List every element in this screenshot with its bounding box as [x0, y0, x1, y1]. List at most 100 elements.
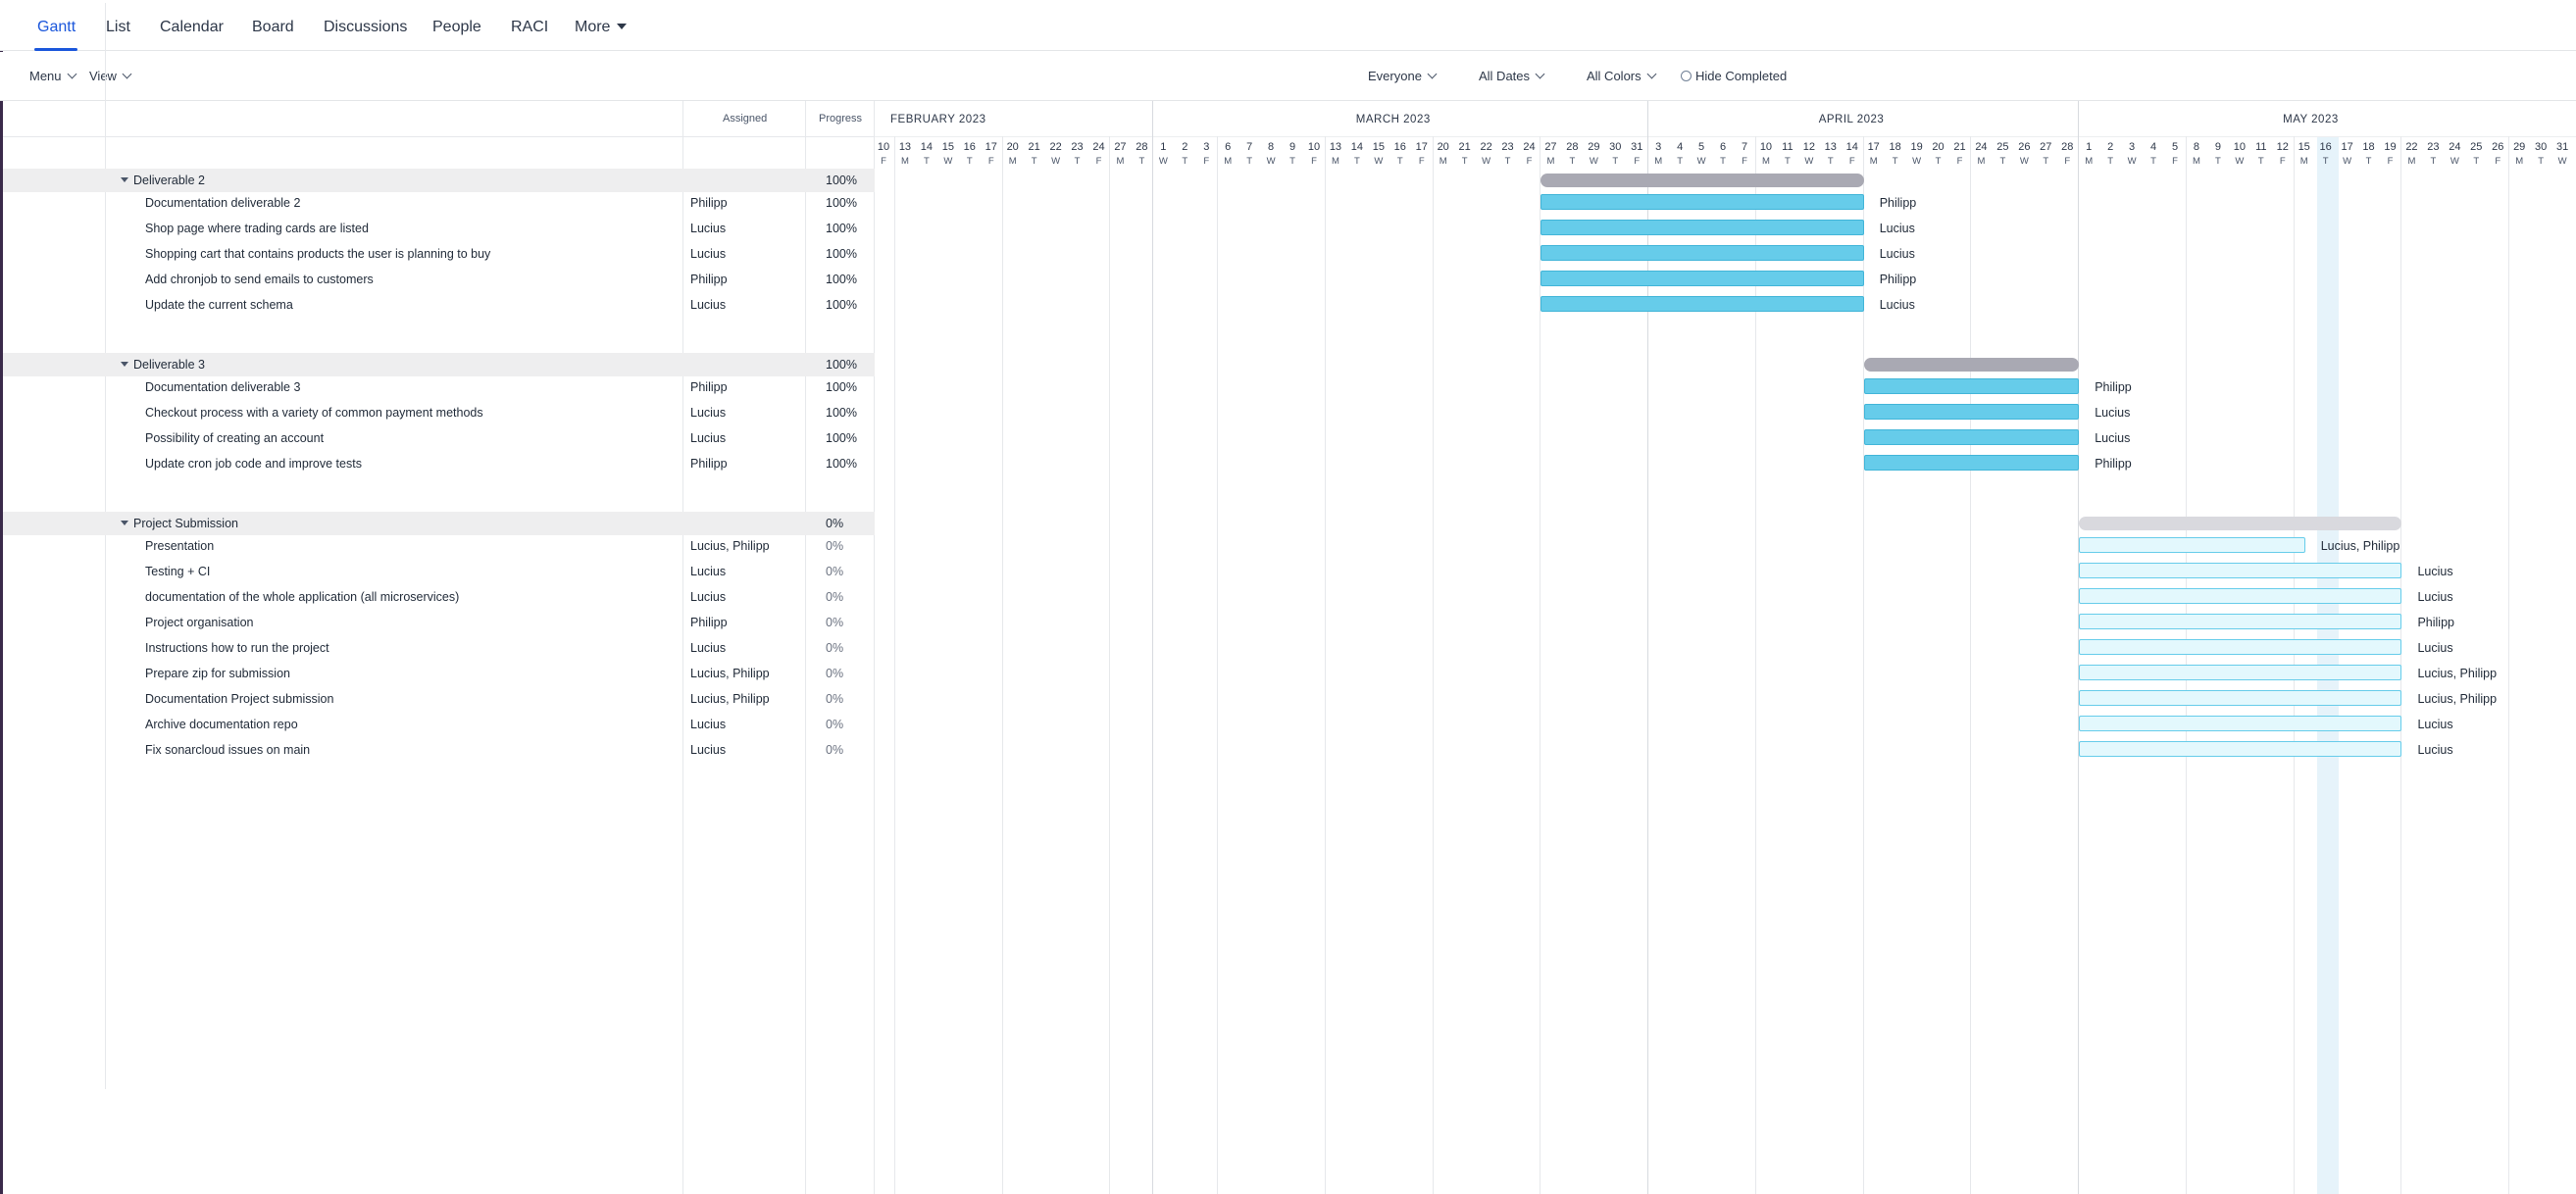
- task-bar[interactable]: [1541, 220, 1864, 235]
- task-assignee[interactable]: Lucius: [690, 590, 726, 604]
- task-bar[interactable]: [2079, 741, 2402, 757]
- task-name[interactable]: Checkout process with a variety of commo…: [145, 406, 483, 420]
- timeline-day-letter: F: [2387, 156, 2394, 167]
- tab-raci[interactable]: RACI: [511, 19, 548, 36]
- view-dropdown[interactable]: View: [89, 69, 132, 83]
- task-name[interactable]: Possibility of creating an account: [145, 431, 324, 445]
- task-name[interactable]: Shop page where trading cards are listed: [145, 222, 369, 235]
- task-name[interactable]: Prepare zip for submission: [145, 667, 290, 680]
- collapse-caret-icon[interactable]: [121, 362, 128, 367]
- group-summary-bar[interactable]: [1863, 358, 2080, 372]
- progress-column-header[interactable]: Progress: [819, 113, 862, 124]
- task-assignee[interactable]: Philipp: [690, 616, 728, 629]
- task-name[interactable]: Documentation deliverable 2: [145, 196, 300, 210]
- task-bar[interactable]: [2079, 716, 2402, 731]
- collapse-caret-icon[interactable]: [121, 521, 128, 525]
- task-bar[interactable]: [2079, 588, 2402, 604]
- task-bar[interactable]: [2079, 690, 2402, 706]
- task-bar[interactable]: [1541, 296, 1864, 312]
- task-name[interactable]: Documentation deliverable 3: [145, 380, 300, 394]
- timeline-day-number: 25: [2470, 141, 2483, 153]
- task-assignee[interactable]: Lucius: [690, 718, 726, 731]
- assigned-column-header[interactable]: Assigned: [723, 113, 767, 124]
- task-progress: 0%: [826, 539, 844, 553]
- task-bar-label: Lucius: [1879, 222, 1915, 235]
- task-assignee[interactable]: Lucius: [690, 298, 726, 312]
- colors-filter-dropdown[interactable]: All Colors: [1587, 69, 1657, 83]
- task-bar[interactable]: [2079, 665, 2402, 680]
- task-bar[interactable]: [2079, 563, 2402, 578]
- tab-more[interactable]: More: [575, 19, 628, 36]
- task-name[interactable]: Update cron job code and improve tests: [145, 457, 362, 471]
- task-bar[interactable]: [1863, 378, 2080, 394]
- tab-gantt[interactable]: Gantt: [37, 19, 76, 36]
- timeline-day-letter: F: [2172, 156, 2178, 167]
- dates-filter-dropdown[interactable]: All Dates: [1479, 69, 1545, 83]
- task-bar-label: Lucius, Philipp: [2417, 667, 2498, 680]
- task-assignee[interactable]: Lucius, Philipp: [690, 667, 770, 680]
- tab-people[interactable]: People: [432, 19, 481, 36]
- task-name[interactable]: Fix sonarcloud issues on main: [145, 743, 310, 757]
- task-name[interactable]: Archive documentation repo: [145, 718, 298, 731]
- collapse-caret-icon[interactable]: [121, 177, 128, 182]
- task-name[interactable]: documentation of the whole application (…: [145, 590, 459, 604]
- task-assignee[interactable]: Lucius: [690, 222, 726, 235]
- task-assignee[interactable]: Lucius: [690, 247, 726, 261]
- timeline-day-number: 31: [2555, 141, 2569, 153]
- timeline-day-letter: M: [1116, 156, 1125, 167]
- tab-board[interactable]: Board: [252, 19, 294, 36]
- task-bar[interactable]: [1863, 455, 2080, 471]
- timeline-day-number: 12: [2276, 141, 2289, 153]
- task-assignee[interactable]: Lucius, Philipp: [690, 539, 770, 553]
- task-bar[interactable]: [2079, 639, 2402, 655]
- timeline-day-letter: T: [1138, 156, 1145, 167]
- timeline-day-letter: F: [1742, 156, 1747, 167]
- task-assignee[interactable]: Lucius: [690, 431, 726, 445]
- timeline-day-letter: T: [1031, 156, 1037, 167]
- group-summary-bar[interactable]: [2079, 517, 2402, 530]
- task-assignee[interactable]: Philipp: [690, 457, 728, 471]
- task-bar-label: Philipp: [2417, 616, 2454, 629]
- timeline-day-letter: F: [987, 156, 994, 167]
- task-assignee[interactable]: Philipp: [690, 380, 728, 394]
- task-assignee[interactable]: Lucius: [690, 641, 726, 655]
- timeline-day-letter: T: [1720, 156, 1726, 167]
- task-bar[interactable]: [1863, 429, 2080, 445]
- week-divider: [1217, 136, 1218, 1194]
- task-assignee[interactable]: Philipp: [690, 273, 728, 286]
- task-name[interactable]: Instructions how to run the project: [145, 641, 329, 655]
- task-name[interactable]: Project organisation: [145, 616, 253, 629]
- tab-calendar[interactable]: Calendar: [160, 19, 224, 36]
- task-assignee[interactable]: Lucius, Philipp: [690, 692, 770, 706]
- task-assignee[interactable]: Philipp: [690, 196, 728, 210]
- dates-filter-label: All Dates: [1479, 69, 1531, 83]
- week-divider: [1970, 136, 1971, 1194]
- task-name[interactable]: Documentation Project submission: [145, 692, 333, 706]
- task-bar[interactable]: [1863, 404, 2080, 420]
- group-summary-bar[interactable]: [1541, 174, 1864, 187]
- task-bar[interactable]: [1541, 194, 1864, 210]
- people-filter-dropdown[interactable]: Everyone: [1368, 69, 1438, 83]
- timeline-day-number: 16: [963, 141, 976, 153]
- group-name[interactable]: Deliverable 3: [121, 358, 205, 372]
- task-name[interactable]: Shopping cart that contains products the…: [145, 247, 490, 261]
- task-bar[interactable]: [2079, 537, 2305, 553]
- task-name[interactable]: Testing + CI: [145, 565, 210, 578]
- task-assignee[interactable]: Lucius: [690, 406, 726, 420]
- task-assignee[interactable]: Lucius: [690, 743, 726, 757]
- timeline-day-number: 25: [1996, 141, 2009, 153]
- group-name[interactable]: Project Submission: [121, 517, 238, 530]
- task-bar[interactable]: [2079, 614, 2402, 629]
- menu-dropdown[interactable]: Menu: [29, 69, 76, 83]
- timeline-day-number: 15: [2298, 141, 2310, 153]
- task-bar[interactable]: [1541, 245, 1864, 261]
- task-name[interactable]: Presentation: [145, 539, 214, 553]
- task-name[interactable]: Update the current schema: [145, 298, 293, 312]
- group-name[interactable]: Deliverable 2: [121, 174, 205, 187]
- task-name[interactable]: Add chronjob to send emails to customers: [145, 273, 374, 286]
- task-bar[interactable]: [1541, 271, 1864, 286]
- task-assignee[interactable]: Lucius: [690, 565, 726, 578]
- tab-list[interactable]: List: [106, 19, 130, 36]
- tab-discussions[interactable]: Discussions: [324, 19, 407, 36]
- hide-completed-toggle[interactable]: Hide Completed: [1681, 69, 1787, 83]
